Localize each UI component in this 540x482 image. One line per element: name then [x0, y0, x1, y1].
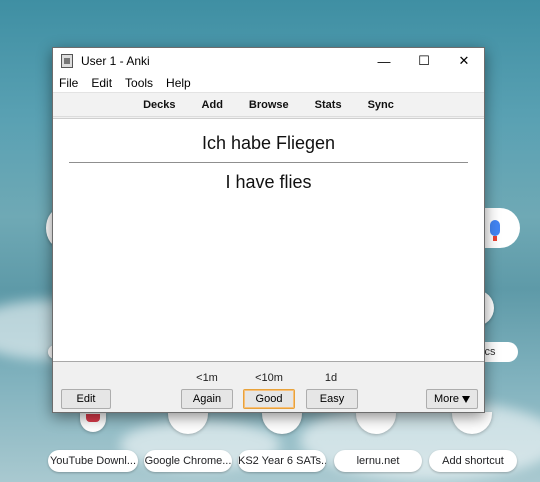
shortcut-lernu[interactable]: lernu.net: [334, 450, 422, 472]
shortcut-youtube[interactable]: YouTube Downl...: [48, 450, 138, 472]
more-label: More: [433, 393, 460, 405]
toolbar-decks[interactable]: Decks: [143, 99, 175, 111]
youtube-icon: [86, 414, 100, 422]
shortcut-tile-icon[interactable]: [80, 412, 106, 432]
shortcut-row: YouTube Downl... Google Chrome... KS2 Ye…: [0, 450, 540, 472]
shortcut-tile-icon[interactable]: [262, 412, 302, 434]
toolbar-add[interactable]: Add: [202, 99, 223, 111]
dropdown-arrow-icon: [462, 396, 471, 403]
main-toolbar: Decks Add Browse Stats Sync: [53, 93, 484, 117]
review-bottom-bar: Edit <1m Again <10m Good 1d Easy More: [53, 362, 484, 412]
card-display: Ich habe Fliegen I have flies: [53, 118, 484, 362]
minimize-button[interactable]: —: [364, 48, 404, 74]
menu-help[interactable]: Help: [166, 76, 191, 90]
anki-window: User 1 - Anki — ☐ ✕ File Edit Tools Help…: [52, 47, 485, 413]
edit-button[interactable]: Edit: [61, 389, 111, 409]
toolbar-sync[interactable]: Sync: [368, 99, 394, 111]
card-back-text: I have flies: [225, 172, 312, 192]
maximize-icon: ☐: [418, 53, 430, 68]
good-button[interactable]: Good: [243, 389, 295, 409]
title-bar[interactable]: User 1 - Anki — ☐ ✕: [53, 48, 484, 74]
card-front-text: Ich habe Fliegen: [201, 133, 336, 153]
answer-divider: [69, 162, 468, 163]
good-interval: <10m: [255, 372, 283, 384]
close-button[interactable]: ✕: [444, 48, 484, 74]
toolbar-browse[interactable]: Browse: [249, 99, 289, 111]
microphone-icon: [490, 220, 500, 241]
maximize-button[interactable]: ☐: [404, 48, 444, 74]
menu-bar: File Edit Tools Help: [53, 74, 484, 93]
anki-app-icon: [61, 54, 73, 68]
toolbar-stats[interactable]: Stats: [315, 99, 342, 111]
minimize-icon: —: [377, 53, 391, 69]
menu-tools[interactable]: Tools: [125, 76, 153, 90]
window-controls: — ☐ ✕: [364, 48, 484, 74]
add-shortcut-button[interactable]: Add shortcut: [429, 450, 517, 472]
menu-file[interactable]: File: [59, 76, 78, 90]
easy-interval: 1d: [324, 372, 338, 384]
shortcut-ks2-sats[interactable]: KS2 Year 6 SATs...: [238, 450, 326, 472]
again-button[interactable]: Again: [181, 389, 233, 409]
again-interval: <1m: [196, 372, 218, 384]
more-button[interactable]: More: [426, 389, 478, 409]
menu-edit[interactable]: Edit: [91, 76, 112, 90]
shortcut-google-chrome[interactable]: Google Chrome...: [144, 450, 232, 472]
close-icon: ✕: [458, 53, 470, 68]
easy-button[interactable]: Easy: [306, 389, 358, 409]
window-title: User 1 - Anki: [81, 54, 150, 68]
